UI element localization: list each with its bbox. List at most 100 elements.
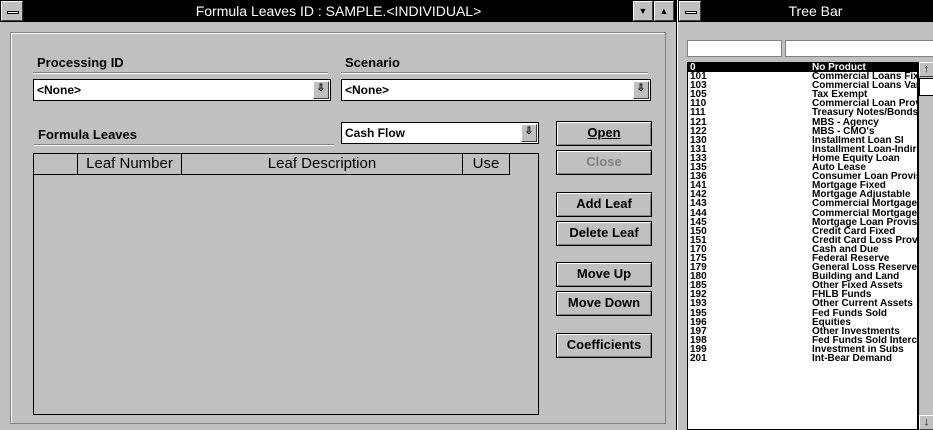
minimize-button[interactable]: ▼: [633, 1, 653, 21]
tree-list-item[interactable]: 145 Mortgage Loan Provisi: [688, 218, 917, 227]
tree-item-description: Credit Card Fixed: [812, 226, 896, 236]
tree-list-item[interactable]: 151 Credit Card Loss Provi: [688, 236, 917, 245]
tree-item-code: 131: [690, 144, 707, 154]
tree-item-code: 0: [690, 63, 696, 73]
dropdown-arrow-icon[interactable]: ⇩: [521, 124, 537, 142]
tree-list-item[interactable]: 0 No Product: [688, 63, 917, 73]
dropdown-arrow-icon[interactable]: ⇩: [313, 81, 329, 99]
tree-item-description: Mortgage Fixed: [812, 181, 886, 191]
tree-list-item[interactable]: 136 Consumer Loan Provis: [688, 172, 917, 181]
tree-item-code: 111: [690, 108, 706, 118]
tree-item-description: No Product: [812, 63, 866, 73]
tree-list-item[interactable]: 175 Federal Reserve: [688, 254, 917, 263]
formula-leaves-grid[interactable]: Leaf Number Leaf Description Use: [33, 153, 539, 415]
tree-list-item[interactable]: 135 Auto Lease: [688, 163, 917, 172]
move-up-button-label: Move Up: [576, 266, 632, 281]
tree-list[interactable]: 0 No Product 101 Commercial Loans Fixe 103 Co…: [687, 62, 918, 430]
tree-list-item[interactable]: 195 Fed Funds Sold: [688, 309, 917, 318]
maximize-button[interactable]: ▲: [654, 1, 674, 21]
tree-list-items: 0 No Product 101 Commercial Loans Fixe 103 Co…: [688, 63, 917, 363]
tree-item-code: 133: [690, 153, 707, 164]
tree-item-description: MBS - Agency: [812, 117, 879, 127]
tree-list-item[interactable]: 185 Other Fixed Assets: [688, 281, 917, 290]
dropdown-arrow-icon[interactable]: ⇩: [633, 81, 649, 99]
tree-bar-title: Tree Bar: [788, 3, 843, 19]
tree-list-item[interactable]: 201 Int-Bear Demand: [688, 354, 917, 363]
move-up-button[interactable]: Move Up: [556, 262, 652, 287]
tree-list-item[interactable]: 131 Installment Loan-Indire: [688, 145, 917, 154]
tree-list-item[interactable]: 198 Fed Funds Sold Interc: [688, 336, 917, 345]
processing-id-label: Processing ID: [37, 55, 124, 70]
column-header-leaf-number[interactable]: Leaf Number: [78, 154, 182, 175]
tree-list-item[interactable]: 197 Other Investments: [688, 327, 917, 336]
tree-list-item[interactable]: 193 Other Current Assets: [688, 299, 917, 308]
close-button: Close: [556, 150, 652, 175]
tree-bar-title-bar[interactable]: Tree Bar: [678, 0, 933, 22]
processing-id-value: <None>: [37, 83, 82, 97]
tree-item-code: 122: [690, 126, 707, 136]
scroll-up-arrow-icon[interactable]: ↑: [919, 62, 933, 77]
tree-list-item[interactable]: 196 Equities: [688, 318, 917, 327]
move-down-button[interactable]: Move Down: [556, 291, 652, 316]
coefficients-button[interactable]: Coefficients: [556, 333, 652, 358]
tree-list-item[interactable]: 180 Building and Land: [688, 272, 917, 281]
tree-list-item[interactable]: 122 MBS - CMO's: [688, 127, 917, 136]
tree-item-description: Home Equity Loan: [812, 153, 900, 164]
open-button[interactable]: Open: [556, 121, 652, 146]
add-leaf-button[interactable]: Add Leaf: [556, 192, 652, 217]
tree-list-item[interactable]: 111 Treasury Notes/Bonds: [688, 108, 917, 117]
tree-item-code: 110: [690, 99, 707, 109]
tree-item-code: 201: [690, 354, 707, 364]
tree-list-item[interactable]: 121 MBS - Agency: [688, 118, 917, 127]
tree-list-item[interactable]: 179 General Loss Reserve: [688, 263, 917, 272]
tree-item-code: 179: [690, 263, 707, 273]
column-header-use[interactable]: Use: [463, 154, 510, 175]
tree-list-item[interactable]: 101 Commercial Loans Fixe: [688, 72, 917, 81]
coefficients-button-label: Coefficients: [566, 337, 642, 352]
main-title-bar[interactable]: Formula Leaves ID : SAMPLE.<INDIVIDUAL> …: [0, 0, 677, 22]
move-down-button-label: Move Down: [567, 295, 641, 310]
tree-item-description: Mortgage Loan Provisi: [812, 217, 917, 227]
tree-item-description: General Loss Reserve: [812, 263, 917, 273]
tree-list-item[interactable]: 142 Mortgage Adjustable: [688, 190, 917, 199]
formula-leaves-label: Formula Leaves: [38, 127, 137, 142]
tree-list-item[interactable]: 170 Cash and Due: [688, 245, 917, 254]
tree-list-item[interactable]: 130 Installment Loan SI: [688, 136, 917, 145]
tree-list-item[interactable]: 199 Investment in Subs: [688, 345, 917, 354]
tree-list-item[interactable]: 144 Commercial Mortgages: [688, 209, 917, 218]
scenario-combo[interactable]: <None> ⇩: [341, 79, 651, 101]
processing-id-combo[interactable]: <None> ⇩: [33, 79, 331, 101]
tree-item-code: 196: [690, 317, 707, 327]
scroll-thumb[interactable]: [919, 78, 933, 96]
tree-list-item[interactable]: 150 Credit Card Fixed: [688, 227, 917, 236]
tree-list-item[interactable]: 141 Mortgage Fixed: [688, 181, 917, 190]
tree-list-item[interactable]: 110 Commercial Loan Prov: [688, 99, 917, 108]
tree-item-description: Building and Land: [812, 272, 900, 282]
column-header-leaf-description[interactable]: Leaf Description: [182, 154, 463, 175]
tree-list-item[interactable]: 143 Commercial Mortgages: [688, 199, 917, 208]
tree-scrollbar[interactable]: ↑ ↓: [918, 62, 933, 430]
tree-bar-window: Tree Bar 0 No Product 101 Commercial Loans …: [678, 0, 933, 430]
tree-filter-code-input[interactable]: [687, 40, 782, 57]
tree-item-description: Commercial Mortgages: [812, 208, 917, 218]
formula-type-combo[interactable]: Cash Flow ⇩: [341, 122, 539, 144]
tree-list-item[interactable]: 133 Home Equity Loan: [688, 154, 917, 163]
delete-leaf-button[interactable]: Delete Leaf: [556, 221, 652, 246]
tree-filter-desc-input[interactable]: [785, 40, 933, 57]
tree-list-item[interactable]: 192 FHLB Funds: [688, 290, 917, 299]
tree-list-item[interactable]: 105 Tax Exempt: [688, 90, 917, 99]
tree-item-code: 130: [690, 135, 707, 145]
tree-item-code: 142: [690, 190, 707, 200]
scroll-down-arrow-icon[interactable]: ↓: [919, 415, 933, 430]
tree-item-description: Fed Funds Sold Interc: [812, 335, 917, 345]
close-button-label: Close: [586, 154, 622, 169]
tree-item-code: 180: [690, 272, 707, 282]
tree-item-description: Commercial Loans Var: [812, 81, 917, 91]
window-menu-icon[interactable]: [1, 1, 23, 21]
tree-item-description: Consumer Loan Provis: [812, 172, 917, 182]
column-header-select[interactable]: [34, 154, 78, 175]
window-menu-icon[interactable]: [679, 1, 701, 21]
tree-list-item[interactable]: 103 Commercial Loans Var: [688, 81, 917, 90]
add-leaf-button-label: Add Leaf: [576, 196, 632, 211]
tree-item-code: 141: [690, 181, 707, 191]
